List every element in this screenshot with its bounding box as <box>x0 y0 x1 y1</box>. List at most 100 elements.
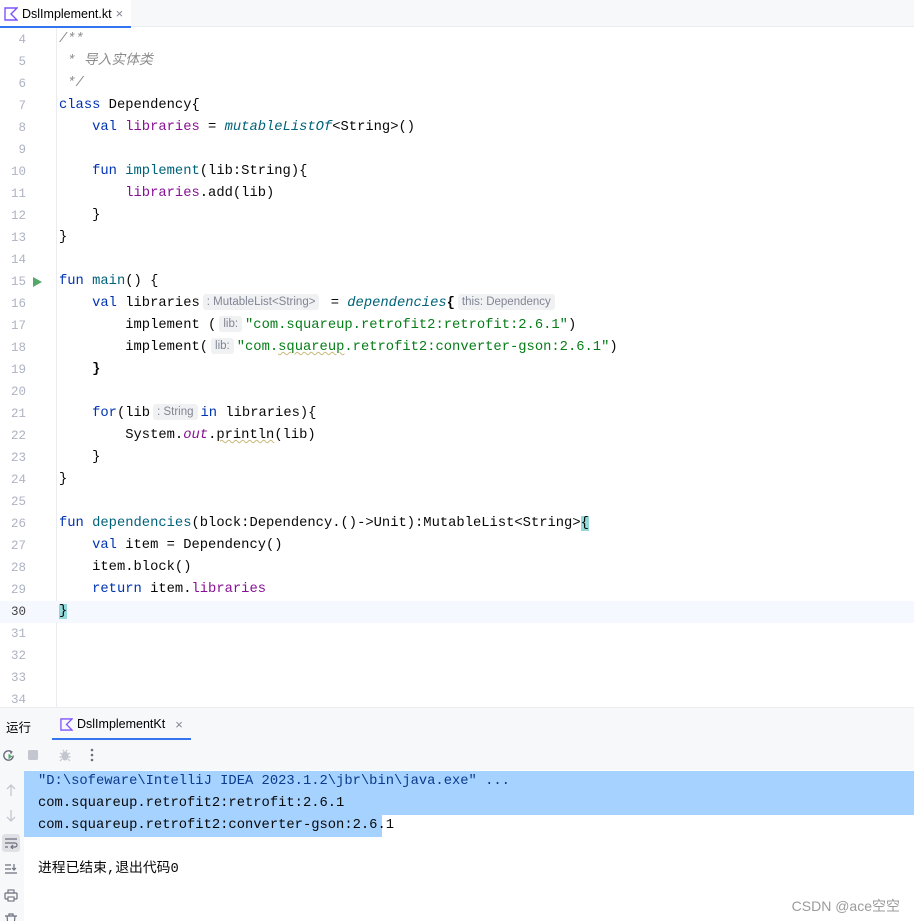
code-line[interactable]: 28 item.block() <box>0 557 914 579</box>
line-number: 11 <box>10 187 26 201</box>
receiver-hint: this: Dependency <box>457 294 555 310</box>
code-line[interactable]: 9 <box>0 139 914 161</box>
type-hint: : MutableList<String> <box>202 294 320 310</box>
editor-tab-dslimplement[interactable]: DslImplement.kt × <box>0 0 132 28</box>
code-line[interactable]: 31 <box>0 623 914 645</box>
code-line[interactable]: 5 * 导入实体类 <box>0 51 914 73</box>
code-line[interactable]: 10 fun implement(lib:String){ <box>0 161 914 183</box>
code-line[interactable]: 12 } <box>0 205 914 227</box>
code-line[interactable]: 11 libraries.add(lib) <box>0 183 914 205</box>
print-icon[interactable] <box>2 886 20 904</box>
code-line[interactable]: 25 <box>0 491 914 513</box>
run-panel-title: 运行 <box>6 721 32 735</box>
code-line[interactable]: 32 <box>0 645 914 667</box>
code-text: val libraries = mutableListOf<String>() <box>92 120 416 135</box>
code-line[interactable]: 8 val libraries = mutableListOf<String>(… <box>0 117 914 139</box>
code-line[interactable]: 16 val libraries: MutableList<String> = … <box>0 293 914 315</box>
code-line[interactable]: 21 for(lib: String in libraries){ <box>0 403 914 425</box>
code-line[interactable]: 29 return item.libraries <box>0 579 914 601</box>
code-text: } <box>92 362 101 377</box>
code-line[interactable]: 23 } <box>0 447 914 469</box>
run-config-tab[interactable]: DslImplementKt × <box>52 708 191 740</box>
more-icon[interactable] <box>84 747 100 763</box>
code-line[interactable]: 15 fun main() { <box>0 271 914 293</box>
code-line[interactable]: 6 */ <box>0 73 914 95</box>
type-hint: : String <box>153 404 198 420</box>
kotlin-file-icon <box>60 717 73 731</box>
line-number: 22 <box>10 429 26 443</box>
editor-tab-bar: DslImplement.kt × <box>0 0 914 28</box>
code-text: } <box>92 208 101 223</box>
watermark: CSDN @ace空空 <box>791 898 900 914</box>
current-code-line[interactable]: 30 } <box>0 601 914 623</box>
line-number: 33 <box>10 671 26 685</box>
code-text: } <box>59 604 68 619</box>
run-gutter-icon[interactable] <box>33 277 42 287</box>
line-number: 10 <box>10 165 26 179</box>
code-text: } <box>59 472 68 487</box>
code-text: fun implement(lib:String){ <box>92 164 308 179</box>
close-icon[interactable]: × <box>175 717 183 732</box>
run-config-tab-label: DslImplementKt <box>77 717 166 731</box>
editor-tab-label: DslImplement.kt <box>22 6 112 21</box>
line-number: 31 <box>10 627 26 641</box>
line-number: 9 <box>18 143 26 157</box>
code-line[interactable]: 34 <box>0 689 914 707</box>
line-number: 23 <box>10 451 26 465</box>
code-text: val item = Dependency() <box>92 538 283 553</box>
line-number: 19 <box>10 363 26 377</box>
debug-icon[interactable] <box>57 747 73 763</box>
line-number: 12 <box>10 209 26 223</box>
rerun-icon[interactable] <box>0 747 16 763</box>
console-sidebar <box>0 770 24 921</box>
code-text: fun dependencies(block:Dependency.()->Un… <box>59 516 589 531</box>
scroll-to-end-icon[interactable] <box>2 860 20 878</box>
code-line[interactable]: 19 } <box>0 359 914 381</box>
code-text: implement(lib: "com.squareup.retrofit2:co… <box>125 338 618 355</box>
code-text: } <box>59 230 68 245</box>
run-toolbar <box>0 740 914 770</box>
console-output[interactable]: "D:\sofeware\IntelliJ IDEA 2023.1.2\jbr\… <box>24 770 914 921</box>
scroll-up-icon[interactable] <box>2 781 20 799</box>
line-number: 29 <box>10 583 26 597</box>
line-number: 32 <box>10 649 26 663</box>
code-line[interactable]: 22 System.out.println(lib) <box>0 425 914 447</box>
code-line[interactable]: 18 implement(lib: "com.squareup.retrofit2… <box>0 337 914 359</box>
code-text: for(lib: String in libraries){ <box>92 404 317 421</box>
console-line-output: com.squareup.retrofit2:retrofit:2.6.1 <box>38 796 345 811</box>
scroll-down-icon[interactable] <box>2 807 20 825</box>
code-text: val libraries: MutableList<String> = dep… <box>59 293 558 315</box>
code-line[interactable]: 13 } <box>0 227 914 249</box>
line-number: 20 <box>10 385 26 399</box>
code-text: libraries.add(lib) <box>125 186 275 201</box>
code-text: } <box>92 450 101 465</box>
code-text: return item.libraries <box>92 582 267 597</box>
line-number: 25 <box>10 495 26 509</box>
code-text: /** <box>59 32 84 47</box>
line-number: 26 <box>10 517 26 531</box>
line-number: 14 <box>10 253 26 267</box>
run-tool-window-header: 运行 DslImplementKt × <box>0 707 914 740</box>
soft-wrap-icon[interactable] <box>2 834 20 852</box>
code-line[interactable]: 27 val item = Dependency() <box>0 535 914 557</box>
line-number: 28 <box>10 561 26 575</box>
code-line[interactable]: 26 fun dependencies(block:Dependency.()-… <box>0 513 914 535</box>
line-number: 5 <box>18 55 26 69</box>
code-line[interactable]: 7 class Dependency{ <box>0 95 914 117</box>
code-line[interactable]: 33 <box>0 667 914 689</box>
console-line-exit: 进程已结束,退出代码0 <box>38 862 179 877</box>
clear-icon[interactable] <box>2 910 20 921</box>
code-line[interactable]: 17 implement (lib: "com.squareup.retrofit… <box>0 315 914 337</box>
close-icon[interactable]: × <box>116 6 124 21</box>
code-line[interactable]: 20 <box>0 381 914 403</box>
code-text: */ <box>59 76 84 91</box>
code-line[interactable]: 4 /** <box>0 29 914 51</box>
line-number: 6 <box>18 77 26 91</box>
code-editor[interactable]: 4 /** 5 * 导入实体类 6 */ 7 class Dependency{… <box>0 28 914 707</box>
line-number: 34 <box>10 693 26 707</box>
stop-icon[interactable] <box>25 747 41 763</box>
code-line[interactable]: 24 } <box>0 469 914 491</box>
code-line[interactable]: 14 <box>0 249 914 271</box>
line-number: 13 <box>10 231 26 245</box>
console-line-command: "D:\sofeware\IntelliJ IDEA 2023.1.2\jbr\… <box>38 774 510 789</box>
